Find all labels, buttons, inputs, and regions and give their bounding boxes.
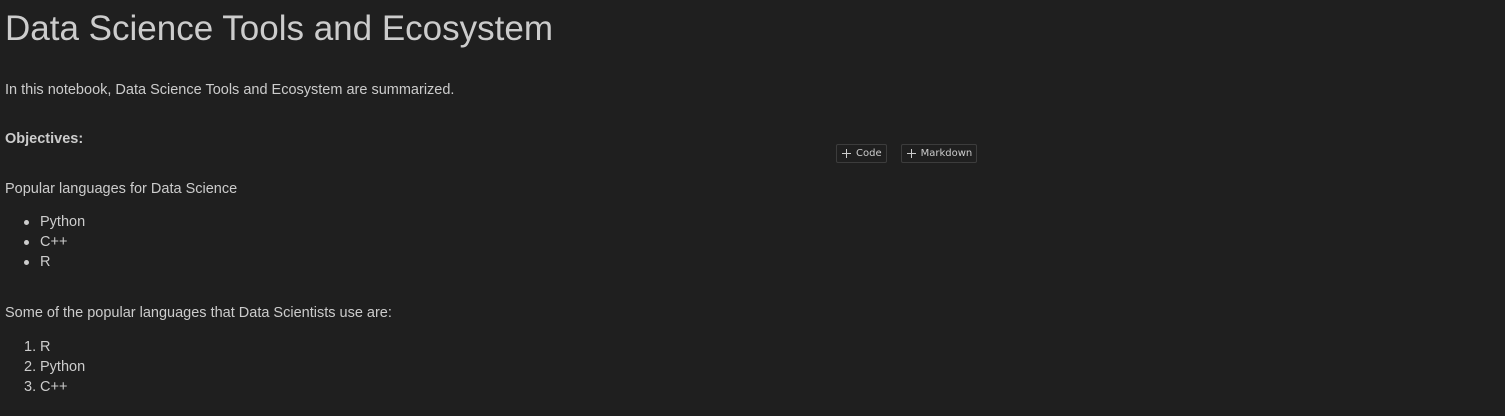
list-item: C++	[23, 232, 85, 252]
notebook-editor: Data Science Tools and Ecosystem In this…	[0, 0, 1505, 416]
objectives-heading: Objectives:	[5, 131, 84, 147]
add-code-cell-button[interactable]: Code	[836, 144, 887, 163]
list-number: 3.	[24, 379, 37, 395]
list-item: R	[23, 252, 85, 272]
popular-languages-heading: Popular languages for Data Science	[5, 181, 238, 197]
list-item-text: C++	[40, 379, 68, 395]
add-code-cell-label: Code	[856, 148, 882, 159]
list-item-text: Python	[40, 359, 86, 375]
ranked-languages-list: 1. R 2. Python 3. C++	[24, 337, 86, 397]
cell-insert-toolbar: Code Markdown	[836, 144, 978, 163]
plus-icon	[842, 149, 851, 158]
add-markdown-cell-button[interactable]: Markdown	[900, 144, 978, 163]
list-item: 2. Python	[24, 357, 86, 377]
list-item-text: R	[40, 339, 51, 355]
add-markdown-cell-label: Markdown	[920, 148, 973, 159]
popular-languages-list: Python C++ R	[23, 212, 86, 272]
notebook-title: Data Science Tools and Ecosystem	[5, 9, 553, 48]
intro-paragraph: In this notebook, Data Science Tools and…	[5, 82, 455, 98]
list-item: 1. R	[24, 337, 85, 357]
list-number: 1.	[24, 339, 37, 355]
ranked-languages-heading: Some of the popular languages that Data …	[5, 305, 392, 321]
list-item: Python	[23, 214, 86, 230]
plus-icon	[906, 149, 916, 158]
list-number: 2.	[24, 359, 37, 375]
list-item: 3. C++	[24, 377, 85, 397]
